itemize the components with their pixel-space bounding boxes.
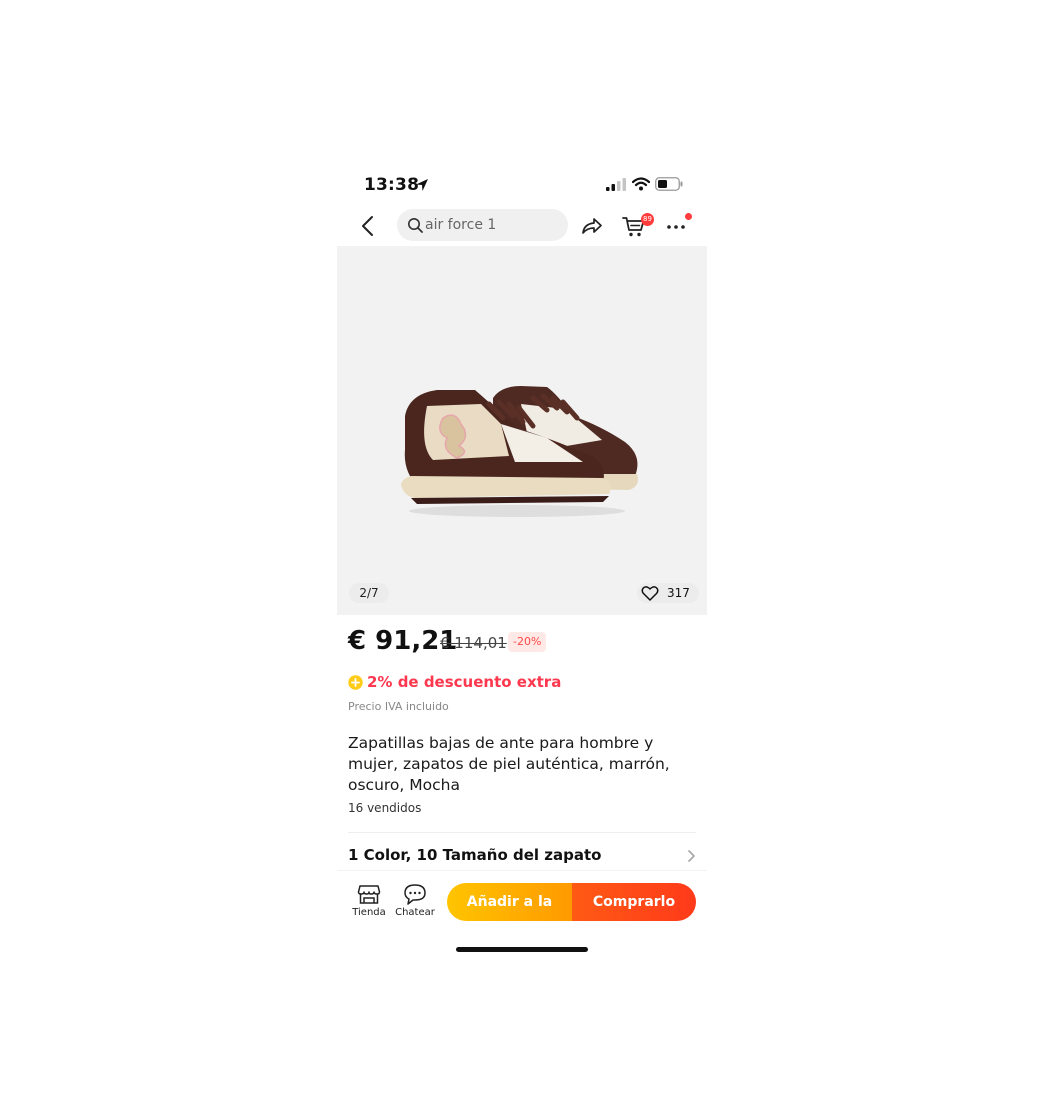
extra-discount-text: 2% de descuento extra (367, 673, 562, 691)
search-query: air force 1 (425, 217, 497, 233)
original-price: € 114,01 (440, 634, 507, 652)
product-image-sneaker (401, 386, 638, 517)
top-bar: air force 1 89 (337, 206, 707, 246)
home-indicator (456, 947, 588, 952)
wifi-icon (632, 177, 650, 191)
image-page-indicator: 2/7 (349, 583, 389, 603)
bottom-action-bar: Tienda Chatear Añadir a la cesta Comprar… (337, 870, 707, 931)
coin-plus-icon (348, 675, 363, 690)
discount-badge: -20% (508, 632, 547, 652)
location-arrow-icon (416, 179, 428, 191)
status-time: 13:38 (364, 175, 420, 195)
chevron-right-icon (688, 850, 695, 862)
chat-button[interactable]: Chatear (395, 883, 435, 923)
status-bar: 13:38 (337, 160, 707, 206)
more-dots-icon[interactable] (665, 216, 687, 236)
search-icon (408, 218, 423, 233)
chat-label: Chatear (395, 907, 435, 918)
store-icon (357, 885, 381, 904)
store-button[interactable]: Tienda (349, 883, 389, 923)
chat-bubble-icon (404, 884, 426, 905)
price-row: € 91,21 € 114,01 -20% (348, 626, 698, 662)
store-label: Tienda (352, 907, 386, 918)
back-arrow-icon[interactable] (357, 214, 381, 238)
phone-screen: 13:38 air force 1 89 2/7 317 € 91,21 € 1… (337, 160, 707, 960)
notification-dot (685, 213, 692, 220)
variant-summary: 1 Color, 10 Tamaño del zapato (348, 846, 602, 864)
favorites-count: 317 (667, 586, 690, 600)
divider (348, 832, 696, 833)
product-image-gallery[interactable]: 2/7 317 (337, 246, 707, 615)
heart-icon (641, 586, 659, 601)
product-title: Zapatillas bajas de ante para hombre y m… (348, 734, 670, 794)
favorite-button[interactable]: 317 (637, 583, 699, 603)
buy-now-button[interactable]: Comprarlo (572, 883, 696, 921)
sold-count: 16 vendidos (348, 801, 422, 815)
add-to-cart-button[interactable]: Añadir a la cesta (447, 883, 572, 921)
vat-note: Precio IVA incluido (348, 700, 449, 713)
battery-icon (655, 177, 683, 191)
signal-icon (606, 178, 626, 191)
cta-group: Añadir a la cesta Comprarlo (447, 883, 696, 921)
share-icon[interactable] (580, 214, 604, 238)
cart-count-badge: 89 (641, 213, 654, 226)
search-bar[interactable]: air force 1 (397, 209, 568, 241)
